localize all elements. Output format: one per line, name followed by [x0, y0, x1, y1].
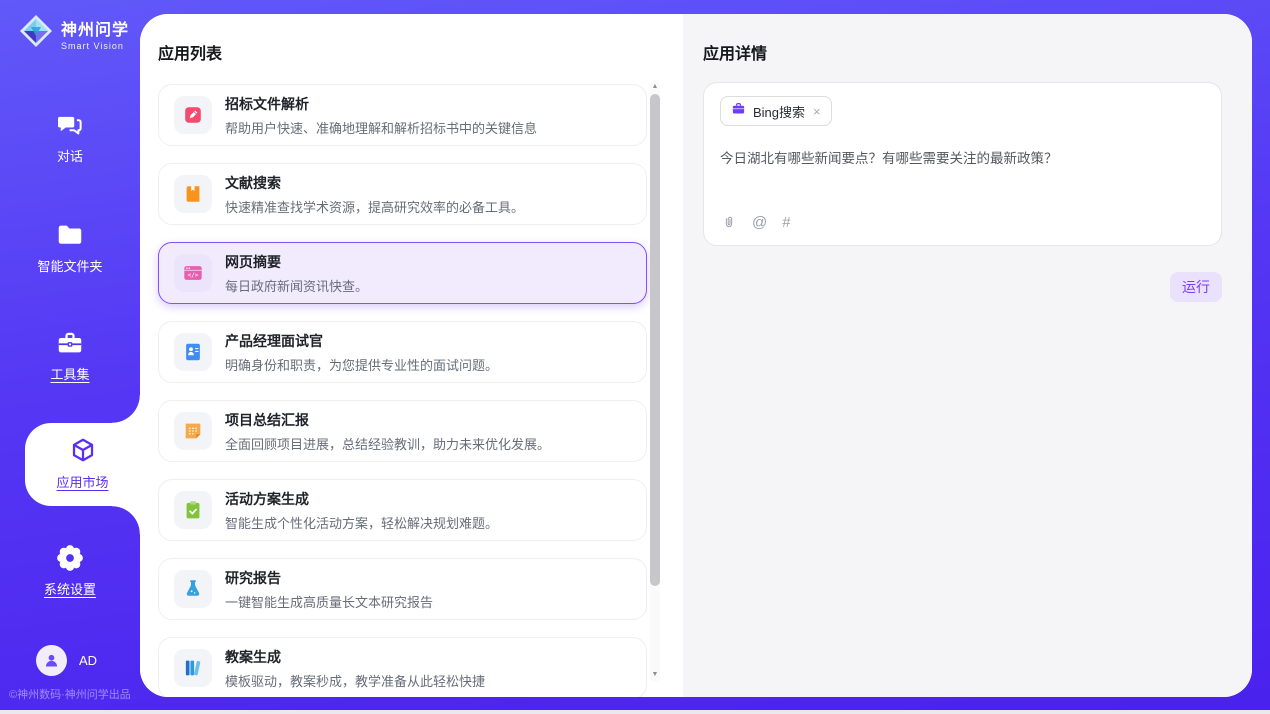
copyright-footer: ©神州数码·神州问学出品: [9, 686, 131, 702]
app-name: 活动方案生成: [225, 489, 498, 509]
brand: 神州问学 Smart Vision: [18, 13, 129, 54]
scroll-down-icon[interactable]: ▼: [650, 670, 660, 680]
person-icon: [42, 651, 61, 670]
app-card-research-report[interactable]: 研究报告 一键智能生成高质量长文本研究报告: [158, 558, 647, 620]
content-panel: 应用列表 招标文件解析 帮助用户快速、准确地理解和解析招标书中的关键信息: [140, 14, 1252, 697]
list-scrollbar[interactable]: ▲ ▼: [650, 80, 660, 682]
app-description: 全面回顾项目进展，总结经验教训，助力未来优化发展。: [225, 434, 550, 453]
app-card-literature-search[interactable]: 文献搜索 快速精准查找学术资源，提高研究效率的必备工具。: [158, 163, 647, 225]
clipboard-check-icon: [174, 491, 212, 529]
sidebar-item-settings[interactable]: 系统设置: [0, 543, 140, 599]
books-icon: [174, 649, 212, 687]
app-detail-pane: 应用详情 Bing搜索 × 今日湖北有哪些新闻要点？有哪些需要关注的最新政策？: [683, 14, 1252, 697]
prompt-card: Bing搜索 × 今日湖北有哪些新闻要点？有哪些需要关注的最新政策？ @ #: [703, 82, 1222, 246]
app-description: 快速精准查找学术资源，提高研究效率的必备工具。: [225, 197, 524, 216]
app-list-pane: 应用列表 招标文件解析 帮助用户快速、准确地理解和解析招标书中的关键信息: [140, 14, 683, 697]
sidebar-item-smart-folder[interactable]: 智能文件夹: [0, 220, 140, 276]
mention-icon[interactable]: @: [752, 214, 767, 231]
resume-person-icon: [174, 333, 212, 371]
app-name: 文献搜索: [225, 173, 524, 193]
brand-logo-icon: [18, 13, 54, 54]
sidebar-item-label: 智能文件夹: [37, 259, 102, 274]
app-name: 项目总结汇报: [225, 410, 550, 430]
prompt-input[interactable]: 今日湖北有哪些新闻要点？有哪些需要关注的最新政策？: [720, 149, 1205, 169]
sidebar-item-label: 系统设置: [44, 582, 96, 597]
hash-icon[interactable]: #: [782, 214, 790, 231]
scrollbar-thumb[interactable]: [650, 94, 660, 586]
briefcase-icon: [731, 101, 746, 121]
svg-text:</>: </>: [188, 272, 199, 279]
sidebar-active-bubble: 应用市场: [25, 423, 140, 506]
app-description: 模板驱动，教案秒成，教学准备从此轻松快捷: [225, 671, 485, 690]
close-icon[interactable]: ×: [812, 105, 822, 118]
run-button[interactable]: 运行: [1170, 272, 1222, 302]
app-list-title: 应用列表: [158, 40, 222, 64]
app-card-web-summary[interactable]: </> 网页摘要 每日政府新闻资讯快查。: [158, 242, 647, 304]
app-description: 明确身份和职责，为您提供专业性的面试问题。: [225, 355, 498, 374]
sidebar-item-app-market[interactable]: 应用市场: [25, 436, 140, 492]
app-description: 智能生成个性化活动方案，轻松解决规划难题。: [225, 513, 498, 532]
attachment-icon[interactable]: [721, 215, 737, 231]
app-description: 每日政府新闻资讯快查。: [225, 276, 368, 295]
flask-icon: [174, 570, 212, 608]
brand-title: 神州问学: [61, 16, 129, 40]
brand-subtitle: Smart Vision: [61, 41, 129, 51]
sidebar: 神州问学 Smart Vision 对话 智能文件夹: [0, 0, 140, 710]
sidebar-item-toolset[interactable]: 工具集: [0, 328, 140, 384]
sidebar-item-label: 对话: [57, 149, 83, 164]
app-card-pm-interviewer[interactable]: 产品经理面试官 明确身份和职责，为您提供专业性的面试问题。: [158, 321, 647, 383]
app-card-lesson-plan[interactable]: 教案生成 模板驱动，教案秒成，教学准备从此轻松快捷: [158, 637, 647, 697]
tool-tag-bing-search[interactable]: Bing搜索 ×: [720, 96, 832, 126]
folder-icon: [0, 220, 140, 250]
avatar: [36, 645, 67, 676]
prompt-toolbar: @ #: [721, 214, 791, 231]
cube-icon: [25, 436, 140, 466]
tool-tag-label: Bing搜索: [753, 102, 805, 121]
app-list: 招标文件解析 帮助用户快速、准确地理解和解析招标书中的关键信息 文献搜索 快速精…: [158, 84, 647, 697]
app-description: 一键智能生成高质量长文本研究报告: [225, 592, 433, 611]
toolbox-icon: [0, 328, 140, 358]
app-name: 招标文件解析: [225, 94, 537, 114]
app-card-project-summary[interactable]: 项目总结汇报 全面回顾项目进展，总结经验教训，助力未来优化发展。: [158, 400, 647, 462]
sidebar-item-label: 应用市场: [56, 475, 108, 490]
browser-code-icon: </>: [174, 254, 212, 292]
sidebar-item-chat[interactable]: 对话: [0, 110, 140, 166]
app-name: 网页摘要: [225, 252, 368, 272]
app-frame: 神州问学 Smart Vision 对话 智能文件夹: [0, 0, 1270, 710]
app-card-event-plan[interactable]: 活动方案生成 智能生成个性化活动方案，轻松解决规划难题。: [158, 479, 647, 541]
scroll-up-icon[interactable]: ▲: [650, 82, 660, 92]
gear-icon: [0, 543, 140, 573]
app-description: 帮助用户快速、准确地理解和解析招标书中的关键信息: [225, 118, 537, 137]
app-name: 产品经理面试官: [225, 331, 498, 351]
app-detail-title: 应用详情: [703, 40, 767, 64]
app-card-bid-analysis[interactable]: 招标文件解析 帮助用户快速、准确地理解和解析招标书中的关键信息: [158, 84, 647, 146]
app-name: 研究报告: [225, 568, 433, 588]
book-icon: [174, 175, 212, 213]
sticky-note-icon: [174, 412, 212, 450]
user-profile[interactable]: AD: [36, 645, 97, 676]
user-name: AD: [79, 653, 97, 668]
sidebar-item-label: 工具集: [50, 367, 89, 382]
edit-square-icon: [174, 96, 212, 134]
chat-icon: [0, 110, 140, 140]
app-name: 教案生成: [225, 647, 485, 667]
